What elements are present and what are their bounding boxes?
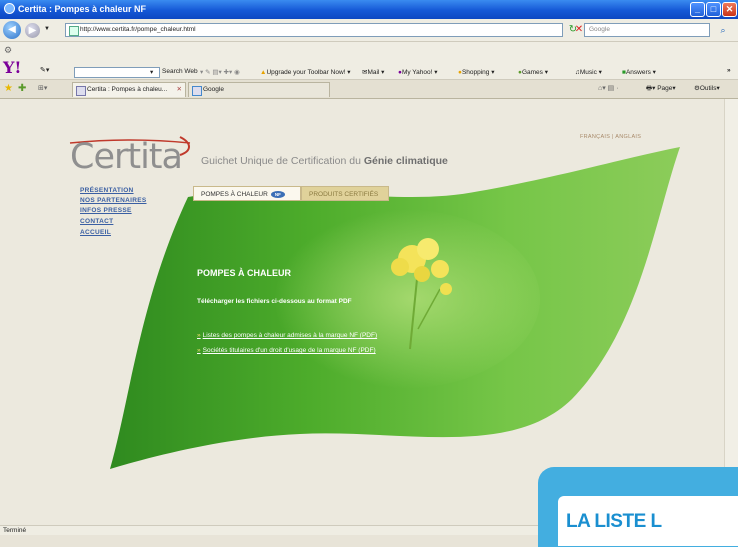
tab-list-icon[interactable]: ⊞▾ bbox=[38, 84, 47, 92]
url-text: http://www.certita.fr/pompe_chaleur.html bbox=[80, 26, 196, 33]
close-tab-icon[interactable]: ✕ bbox=[177, 83, 182, 97]
history-dropdown-icon[interactable]: ▼ bbox=[44, 26, 50, 32]
tab-certified-products[interactable]: PRODUITS CERTIFIÉS bbox=[301, 186, 389, 201]
window-titlebar: Certita : Pompes à chaleur NF _ □ ✕ bbox=[0, 0, 738, 19]
vertical-scrollbar[interactable] bbox=[724, 99, 738, 525]
answers-item[interactable]: ■Answers ▾ bbox=[622, 68, 656, 76]
page-menu[interactable]: 🖶▾ Page▾ bbox=[646, 84, 676, 95]
yahoo-toolbar: ⚙ Y! ✎▾ ▾ Search Web ▾ ✎ ▤▾ ✚▾ ◉ ▲Upgrad… bbox=[0, 42, 738, 80]
google-icon bbox=[192, 86, 202, 96]
page-icon bbox=[69, 26, 79, 36]
section-subtitle: Télécharger les fichiers ci-dessous au f… bbox=[197, 298, 352, 305]
my-yahoo-item[interactable]: ●My Yahoo! ▾ bbox=[398, 68, 438, 76]
yahoo-search-dropdown[interactable]: ▾ bbox=[150, 68, 153, 76]
maximize-button[interactable]: □ bbox=[706, 2, 721, 17]
overlay-banner-text: LA LISTE L bbox=[566, 511, 662, 532]
toolbar-overflow[interactable]: » bbox=[727, 67, 731, 74]
toolbar-options-icon[interactable]: ⚙ bbox=[4, 45, 12, 56]
search-icon[interactable]: ⌕ bbox=[713, 23, 733, 37]
favorites-star-icon[interactable]: ★ bbox=[4, 83, 13, 94]
menu-contact[interactable]: CONTACT bbox=[80, 218, 113, 225]
yahoo-logo[interactable]: Y! bbox=[3, 58, 21, 77]
navigation-bar: ◀ ▶ ▼ http://www.certita.fr/pompe_chaleu… bbox=[0, 19, 738, 42]
mail-item[interactable]: ✉Mail ▾ bbox=[362, 68, 384, 76]
tab-certita[interactable]: Certita : Pompes à chaleu... ✕ bbox=[72, 82, 186, 97]
url-input[interactable]: http://www.certita.fr/pompe_chaleur.html bbox=[65, 23, 563, 37]
menu-partners[interactable]: NOS PARTENAIRES bbox=[80, 197, 147, 204]
language-switcher[interactable]: FRANÇAIS | ANGLAIS bbox=[580, 134, 641, 140]
add-favorite-icon[interactable]: ✚ bbox=[18, 83, 26, 94]
window-title: Certita : Pompes à chaleur NF bbox=[18, 4, 147, 14]
tab-heat-pumps[interactable]: POMPES À CHALEUR NF bbox=[193, 186, 301, 201]
page-icon bbox=[76, 86, 86, 96]
forward-button[interactable]: ▶ bbox=[25, 23, 40, 38]
certita-logo[interactable]: Certita bbox=[70, 137, 183, 177]
tools-menu[interactable]: ⚙Outils▾ bbox=[694, 84, 720, 92]
shopping-item[interactable]: ●Shopping ▾ bbox=[458, 68, 495, 76]
site-tagline: Guichet Unique de Certification du Génie… bbox=[201, 155, 448, 167]
close-button[interactable]: ✕ bbox=[722, 2, 737, 17]
nf-badge: NF bbox=[270, 190, 285, 198]
menu-home[interactable]: ACCUEIL bbox=[80, 229, 111, 236]
pdf-link-list[interactable]: » Listes des pompes à chaleur admises à l… bbox=[197, 332, 377, 339]
yahoo-search-input[interactable] bbox=[74, 67, 160, 78]
music-item[interactable]: ♫Music ▾ bbox=[575, 68, 602, 76]
section-title: POMPES À CHALEUR bbox=[197, 268, 292, 278]
back-button[interactable]: ◀ bbox=[3, 21, 21, 39]
home-icon[interactable]: ⌂▾ ▤ · bbox=[598, 84, 619, 92]
games-item[interactable]: ●Games ▾ bbox=[518, 68, 548, 76]
firefox-icon bbox=[4, 3, 15, 14]
toolbar-misc-icons[interactable]: ▾ ✎ ▤▾ ✚▾ ◉ bbox=[200, 68, 240, 76]
browser-tab-bar: ★ ✚ ⊞▾ Certita : Pompes à chaleu... ✕ Go… bbox=[0, 80, 738, 99]
menu-press[interactable]: INFOS PRESSE bbox=[80, 207, 132, 214]
pdf-link-companies[interactable]: » Sociétés titulaires d'un droit d'usage … bbox=[197, 347, 376, 354]
tab-google[interactable]: Google bbox=[188, 82, 330, 97]
search-web-button[interactable]: Search Web bbox=[162, 68, 198, 75]
search-input[interactable]: Google bbox=[584, 23, 710, 37]
upgrade-toolbar-item[interactable]: ▲Upgrade your Toolbar Now! ▾ bbox=[260, 68, 351, 76]
minimize-button[interactable]: _ bbox=[690, 2, 705, 17]
menu-presentation[interactable]: PRÉSENTATION bbox=[80, 187, 134, 194]
pencil-icon[interactable]: ✎▾ bbox=[40, 66, 49, 74]
